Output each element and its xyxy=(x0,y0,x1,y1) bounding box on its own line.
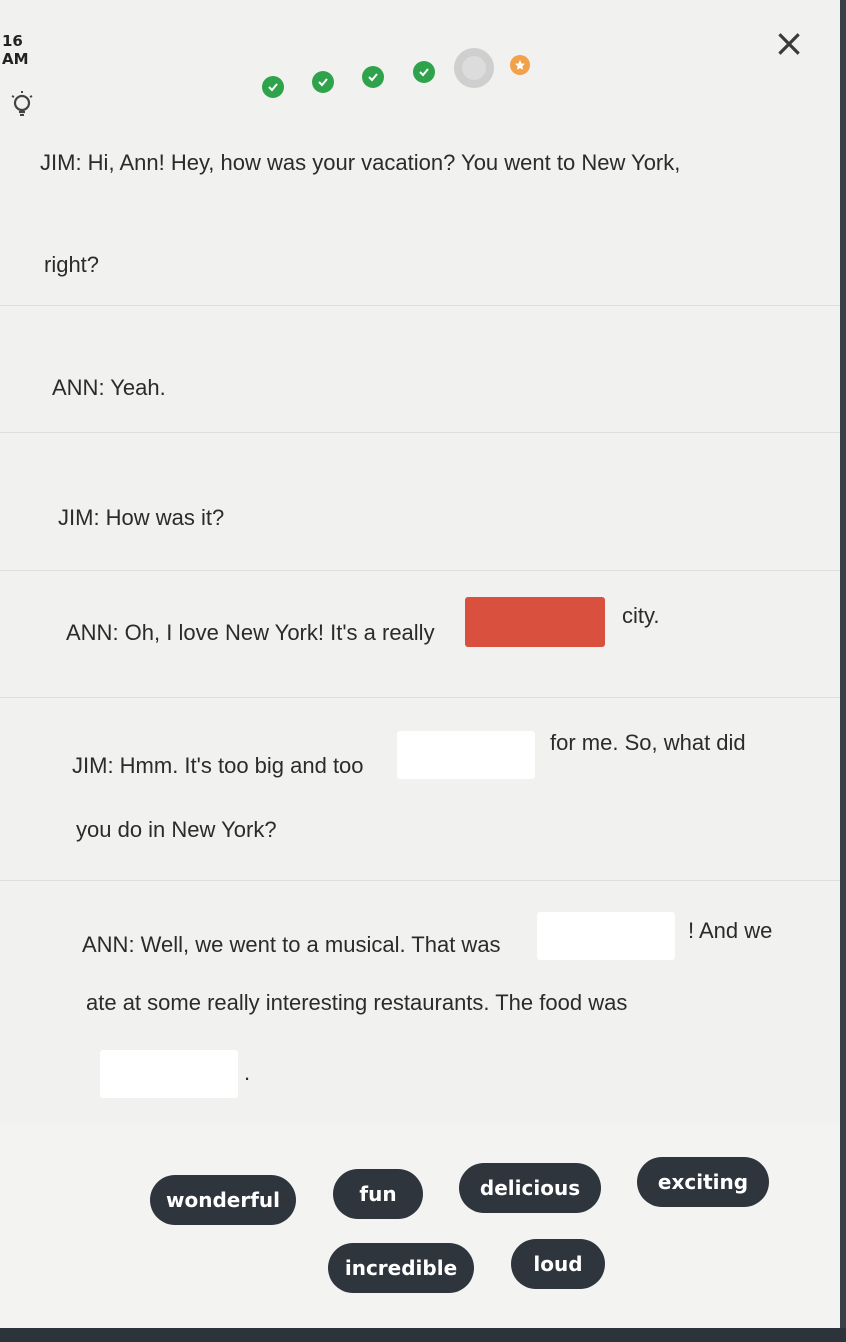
progress-step-complete xyxy=(362,66,384,88)
word-chip-loud[interactable]: loud xyxy=(511,1239,605,1289)
dialogue-text: JIM: Hi, Ann! Hey, how was your vacation… xyxy=(40,150,681,175)
star-icon xyxy=(510,55,530,75)
word-chip-fun[interactable]: fun xyxy=(333,1169,423,1219)
divider xyxy=(0,305,846,306)
dialogue-text: JIM: Hmm. It's too big and too xyxy=(72,753,364,778)
exercise-screen: 16 AM × JIM: Hi, Ann! Hey, how was your … xyxy=(0,0,846,1342)
dialogue-text: city. xyxy=(622,603,660,628)
word-chip-exciting[interactable]: exciting xyxy=(637,1157,769,1207)
word-chip-wonderful[interactable]: wonderful xyxy=(150,1175,296,1225)
dialogue-text: . xyxy=(244,1060,251,1085)
divider xyxy=(0,880,846,881)
dialogue-text: for me. So, what did xyxy=(550,730,746,755)
check-icon xyxy=(318,78,328,87)
progress-step-current xyxy=(454,48,494,88)
device-bezel-right xyxy=(840,0,846,1342)
dialogue-text: ANN: Well, we went to a musical. That wa… xyxy=(82,932,501,957)
answer-blank[interactable] xyxy=(397,731,535,779)
progress-step-complete xyxy=(262,76,284,98)
answer-blank[interactable] xyxy=(100,1050,238,1098)
lightbulb-icon[interactable] xyxy=(6,88,38,122)
word-chip-incredible[interactable]: incredible xyxy=(328,1243,474,1293)
dialogue-text: ate at some really interesting restauran… xyxy=(86,990,628,1015)
word-chip-delicious[interactable]: delicious xyxy=(459,1163,601,1213)
close-icon[interactable]: × xyxy=(770,21,808,65)
dialogue-text: ! And we xyxy=(688,918,773,943)
answer-blank-selected[interactable] xyxy=(465,597,605,647)
word-bank: wonderful fun delicious exciting incredi… xyxy=(0,1125,846,1342)
dialogue-text: ANN: Oh, I love New York! It's a really xyxy=(66,620,435,645)
progress-step-complete xyxy=(413,61,435,83)
answer-blank[interactable] xyxy=(537,912,675,960)
check-icon xyxy=(268,83,278,92)
divider xyxy=(0,570,846,571)
divider xyxy=(0,432,846,433)
device-bezel-bottom xyxy=(0,1328,846,1342)
dialogue-text: right? xyxy=(44,252,100,277)
dialogue-text: JIM: How was it? xyxy=(58,505,225,530)
divider xyxy=(0,697,846,698)
progress-step-complete xyxy=(312,71,334,93)
dialogue-text: ANN: Yeah. xyxy=(52,375,166,400)
check-icon xyxy=(419,68,429,77)
status-time: 16 AM xyxy=(2,32,29,68)
dialogue-text: you do in New York? xyxy=(76,817,277,842)
check-icon xyxy=(368,73,378,82)
